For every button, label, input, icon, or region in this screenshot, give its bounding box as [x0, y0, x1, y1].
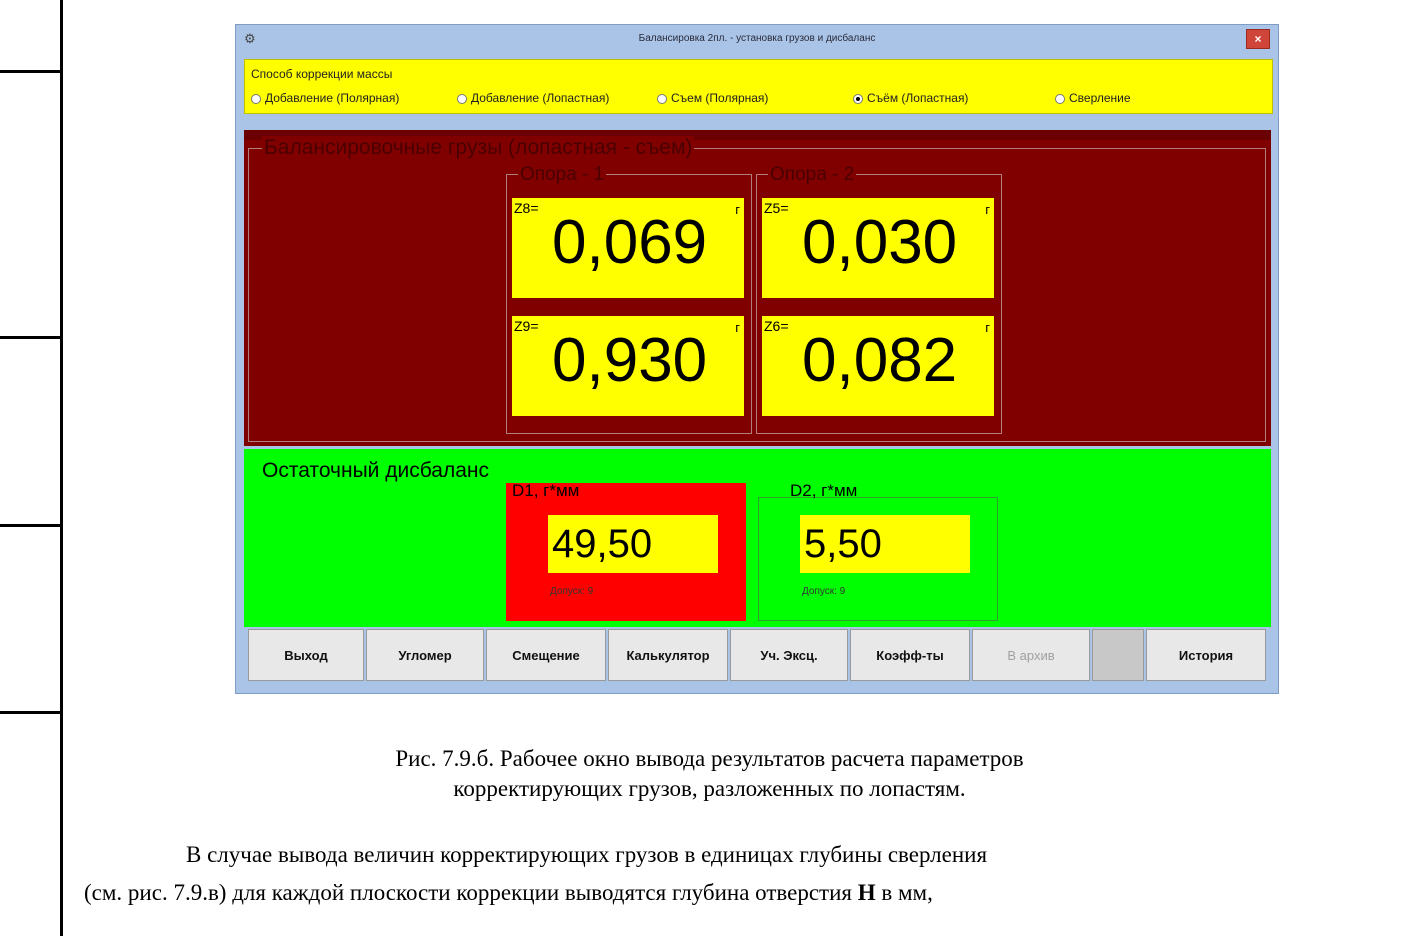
z9-value-box: Z9= 0,930 г	[512, 316, 744, 416]
page-frame-divider	[0, 524, 63, 527]
support-1-title: Опора - 1	[518, 164, 607, 186]
offset-button[interactable]: Смещение	[486, 629, 606, 681]
z8-value-box: Z8= 0,069 г	[512, 198, 744, 298]
page-frame-divider	[0, 70, 63, 73]
app-window: ⚙ Балансировка 2пл. - установка грузов и…	[235, 24, 1279, 694]
blank-button[interactable]	[1092, 629, 1144, 681]
correction-method-label: Способ коррекции массы	[251, 67, 393, 81]
residual-title: Остаточный дисбаланс	[262, 459, 489, 482]
d1-title: D1, г*мм	[512, 481, 580, 500]
button-bar: Выход Угломер Смещение Калькулятор Уч. Э…	[244, 629, 1271, 685]
radio-icon	[457, 93, 467, 104]
title-bar: ⚙ Балансировка 2пл. - установка грузов и…	[236, 25, 1278, 55]
archive-button[interactable]: В архив	[972, 629, 1090, 681]
figure-caption-line2: корректирующих грузов, разложенных по ло…	[453, 776, 966, 801]
residual-unbalance-panel: Остаточный дисбаланс D1, г*мм 49,50 Допу…	[244, 449, 1271, 627]
page-frame-divider	[0, 711, 63, 714]
z6-value-box: Z6= 0,082 г	[762, 316, 994, 416]
radio-icon	[657, 93, 667, 104]
coefficients-button[interactable]: Коэфф-ты	[850, 629, 970, 681]
radio-icon	[251, 93, 261, 104]
paragraph-line2: (см. рис. 7.9.в) для каждой плоскости ко…	[84, 880, 933, 905]
radio-add-polar[interactable]: Добавление (Полярная)	[251, 91, 399, 105]
weights-title: Балансировочные грузы (лопастная - съем)	[262, 136, 695, 160]
figure-caption-line1: Рис. 7.9.б. Рабочее окно вывода результа…	[395, 746, 1024, 771]
window-title: Балансировка 2пл. - установка грузов и д…	[638, 33, 876, 44]
radio-add-blade[interactable]: Добавление (Лопастная)	[457, 91, 609, 105]
d2-title: D2, г*мм	[790, 481, 858, 500]
radio-icon	[1055, 93, 1065, 104]
radio-drilling[interactable]: Сверление	[1055, 91, 1131, 105]
radio-remove-polar[interactable]: Съем (Полярная)	[657, 91, 768, 105]
calculator-button[interactable]: Калькулятор	[608, 629, 728, 681]
eccentricity-button[interactable]: Уч. Эксц.	[730, 629, 848, 681]
d1-value-box: 49,50	[548, 515, 718, 573]
radio-remove-blade[interactable]: Съём (Лопастная)	[853, 91, 968, 105]
close-button[interactable]: ×	[1246, 29, 1270, 49]
history-button[interactable]: История	[1146, 629, 1266, 681]
balancing-weights-panel: Балансировочные грузы (лопастная - съем)…	[244, 130, 1271, 446]
exit-button[interactable]: Выход	[248, 629, 364, 681]
d2-tolerance: Допуск: 9	[802, 586, 846, 597]
support-2-title: Опора - 2	[768, 164, 857, 186]
z5-value-box: Z5= 0,030 г	[762, 198, 994, 298]
page-frame-divider	[0, 336, 63, 339]
goniometer-button[interactable]: Угломер	[366, 629, 484, 681]
d1-tolerance: Допуск: 9	[550, 586, 594, 597]
correction-method-group: Способ коррекции массы Добавление (Поляр…	[244, 59, 1273, 114]
radio-selected-icon	[853, 93, 863, 104]
d2-value-box: 5,50	[800, 515, 970, 573]
paragraph-line1: В случае вывода величин корректирующих г…	[186, 842, 988, 867]
